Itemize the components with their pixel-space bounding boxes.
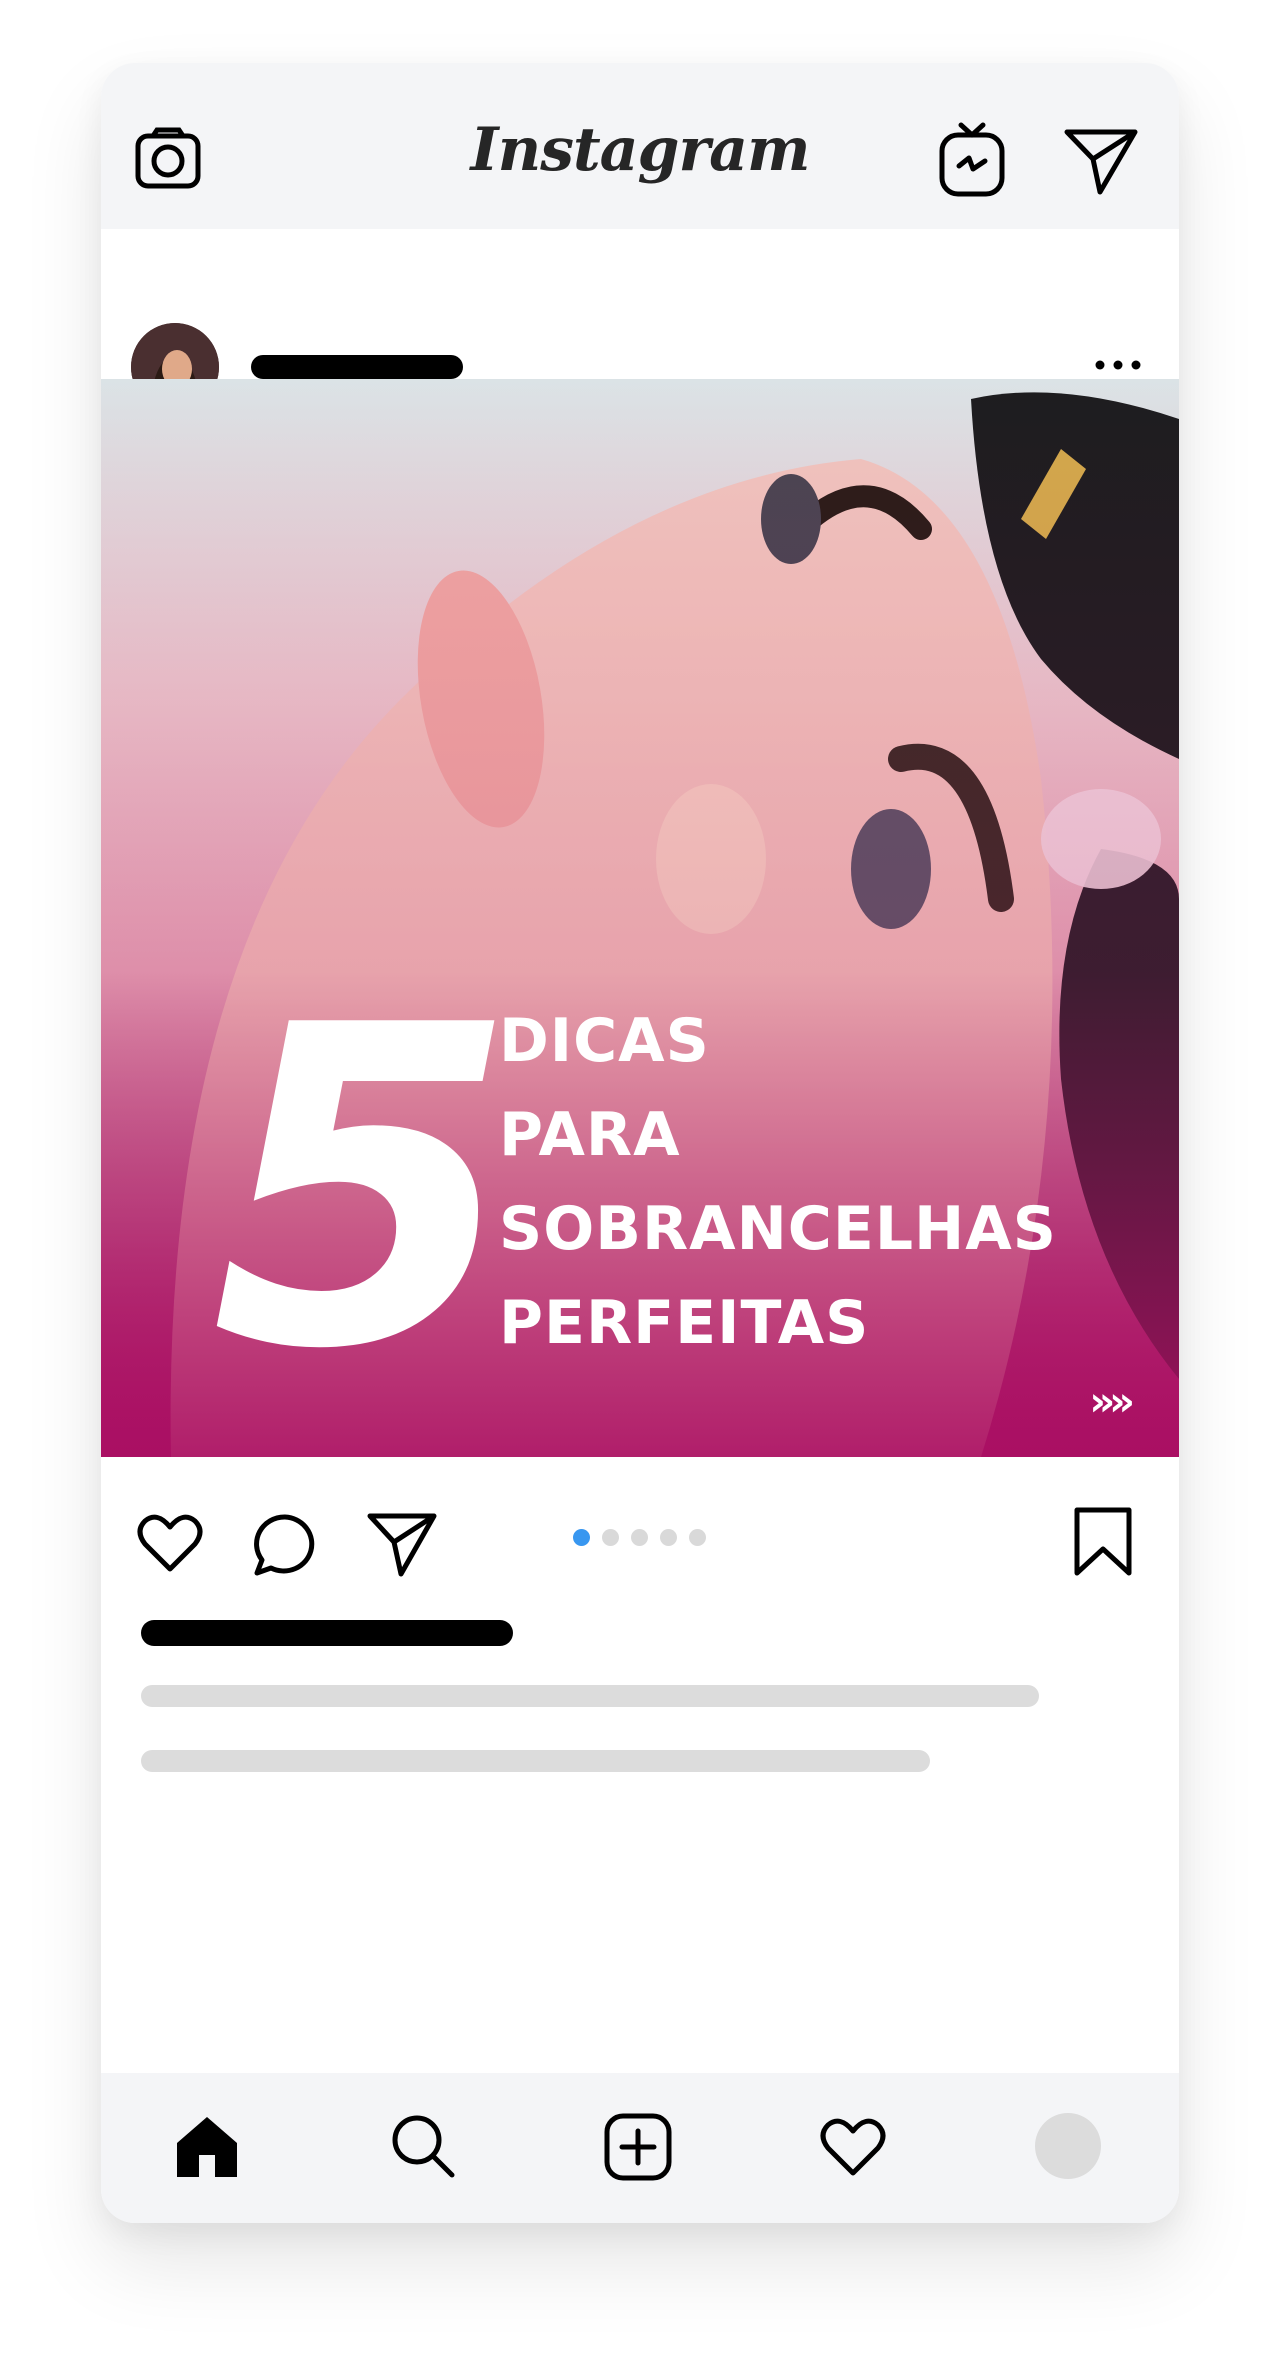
carousel-indicator [573,1529,718,1551]
next-slide-indicator[interactable]: »» [1089,1379,1135,1425]
home-icon[interactable] [174,2113,240,2184]
profile-avatar[interactable] [1035,2113,1101,2179]
caption-placeholder-line [141,1750,930,1772]
more-options-icon[interactable] [1095,357,1141,375]
username-placeholder[interactable] [251,355,463,379]
headline: DICAS PARA SOBRANCELHAS PERFEITAS [499,994,1057,1370]
search-icon[interactable] [390,2113,456,2184]
heart-icon[interactable] [137,1513,203,1578]
caption-placeholder-line [141,1685,1039,1707]
post-actions [101,1457,1179,1597]
bottom-nav [101,2073,1179,2223]
instagram-logo: Instagram [470,115,811,185]
phone-frame: Instagram 5 DICAS PARA SOBRANCELHAS PERF… [101,63,1179,2223]
top-bar: Instagram [101,63,1179,229]
carousel-dot [660,1529,677,1546]
headline-line: SOBRANCELHAS [499,1194,1057,1264]
direct-message-icon[interactable] [1064,129,1138,200]
new-post-icon[interactable] [604,2113,672,2186]
carousel-dot [602,1529,619,1546]
activity-icon[interactable] [820,2117,886,2182]
likes-placeholder [141,1620,513,1646]
share-icon[interactable] [367,1513,437,1582]
headline-line: PARA [499,1100,681,1170]
carousel-dot-active [573,1529,590,1546]
carousel-dot [631,1529,648,1546]
igtv-icon[interactable] [939,121,1005,202]
bookmark-icon[interactable] [1073,1507,1133,1582]
carousel-dot [689,1529,706,1546]
post-image[interactable]: 5 DICAS PARA SOBRANCELHAS PERFEITAS »» [101,379,1179,1457]
headline-line: PERFEITAS [499,1288,870,1358]
comment-icon[interactable] [253,1513,317,1582]
headline-number: 5 [211,933,518,1445]
headline-line: DICAS [499,1006,710,1076]
